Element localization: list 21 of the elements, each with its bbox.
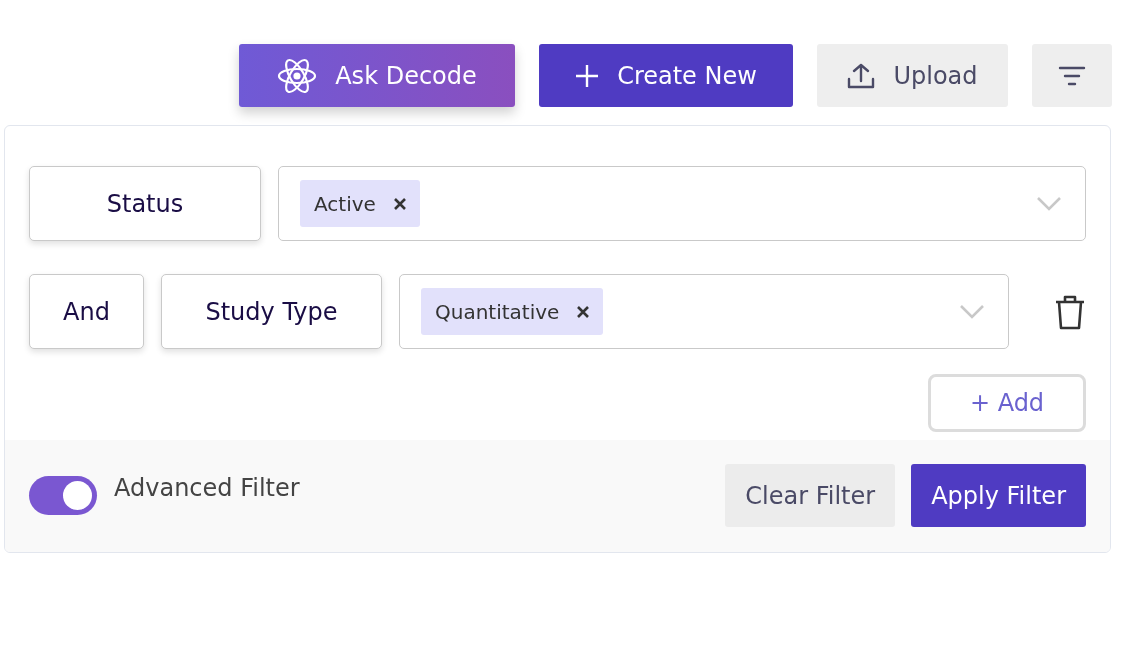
- clear-button[interactable]: Clear Filter: [725, 464, 896, 527]
- tag-label: Active: [314, 191, 376, 216]
- value-select[interactable]: Quantitative: [399, 274, 1009, 349]
- upload-icon: [847, 61, 876, 90]
- value-select[interactable]: Active: [278, 166, 1086, 241]
- create-button[interactable]: Create New: [539, 44, 793, 107]
- trash-icon[interactable]: [1054, 293, 1086, 330]
- field-dropdown[interactable]: Study Type: [161, 274, 382, 349]
- add-button[interactable]: + Add: [928, 374, 1086, 432]
- connector-dropdown[interactable]: And: [29, 274, 144, 349]
- tag-label: Quantitative: [435, 299, 560, 324]
- toggle-switch[interactable]: [29, 476, 97, 515]
- field-dropdown[interactable]: Status: [29, 166, 261, 241]
- filter-icon: [1058, 65, 1086, 86]
- upload-button[interactable]: Upload: [817, 44, 1008, 107]
- remove-icon[interactable]: [393, 197, 406, 210]
- apply-button[interactable]: Apply Filter: [911, 464, 1086, 527]
- ask-button[interactable]: Ask Decode: [239, 44, 515, 107]
- toggle-label: Advanced Filter: [114, 474, 300, 502]
- remove-icon[interactable]: [577, 305, 590, 318]
- plus-icon: [575, 63, 600, 88]
